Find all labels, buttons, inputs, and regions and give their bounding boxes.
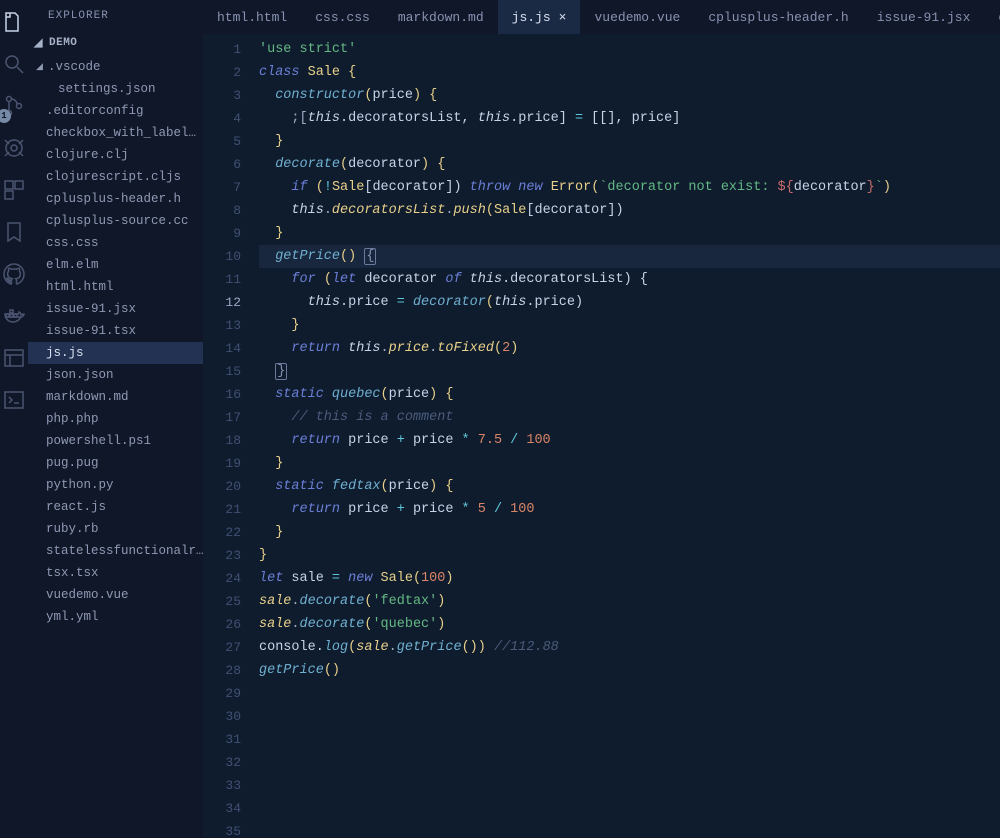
- tree-file[interactable]: js.js: [28, 342, 203, 364]
- close-icon[interactable]: ×: [559, 10, 567, 25]
- line-number: 29: [203, 682, 241, 705]
- editor-tab[interactable]: cp: [984, 0, 1000, 34]
- tree-file[interactable]: markdown.md: [28, 386, 203, 408]
- line-number: 33: [203, 774, 241, 797]
- line-number: 21: [203, 498, 241, 521]
- tree-file[interactable]: tsx.tsx: [28, 562, 203, 584]
- editor-tab[interactable]: vuedemo.vue: [580, 0, 694, 34]
- line-number: 35: [203, 820, 241, 838]
- root-label: DEMO: [49, 37, 77, 49]
- line-number: 3: [203, 84, 241, 107]
- line-number: 12: [203, 291, 241, 314]
- sidebar: EXPLORER ◢ DEMO ◢ .vscodesettings.json.e…: [28, 0, 203, 838]
- tree-file[interactable]: issue-91.tsx: [28, 320, 203, 342]
- activity-bar: 1: [0, 0, 28, 838]
- line-number: 13: [203, 314, 241, 337]
- tree-file[interactable]: react.js: [28, 496, 203, 518]
- line-number: 34: [203, 797, 241, 820]
- line-number: 8: [203, 199, 241, 222]
- preview-icon[interactable]: [0, 344, 28, 372]
- line-number: 14: [203, 337, 241, 360]
- line-number: 25: [203, 590, 241, 613]
- line-number: 6: [203, 153, 241, 176]
- line-number: 30: [203, 705, 241, 728]
- tree-file[interactable]: clojurescript.cljs: [28, 166, 203, 188]
- line-number: 9: [203, 222, 241, 245]
- line-number: 7: [203, 176, 241, 199]
- files-icon[interactable]: [0, 8, 28, 36]
- terminal-icon[interactable]: [0, 386, 28, 414]
- docker-icon[interactable]: [0, 302, 28, 330]
- tree-file[interactable]: powershell.ps1: [28, 430, 203, 452]
- app-root: 1 EXPLORER ◢ DEMO ◢ .vscodesettings.: [0, 0, 1000, 838]
- tree-file[interactable]: css.css: [28, 232, 203, 254]
- line-number: 28: [203, 659, 241, 682]
- line-number: 1: [203, 38, 241, 61]
- editor-tab[interactable]: issue-91.jsx: [863, 0, 985, 34]
- line-gutter: 1234567891011121314151617181920212223242…: [203, 38, 259, 838]
- tree-file[interactable]: statelessfunctionalr…: [28, 540, 203, 562]
- tree-file[interactable]: vuedemo.vue: [28, 584, 203, 606]
- line-number: 18: [203, 429, 241, 452]
- tree-file[interactable]: php.php: [28, 408, 203, 430]
- tree-file[interactable]: cplusplus-header.h: [28, 188, 203, 210]
- line-number: 15: [203, 360, 241, 383]
- tree-file[interactable]: cplusplus-source.cc: [28, 210, 203, 232]
- editor-tab[interactable]: html.html: [203, 0, 301, 34]
- scm-icon[interactable]: 1: [0, 92, 28, 120]
- tree-root[interactable]: ◢ DEMO: [28, 30, 203, 56]
- extensions-icon[interactable]: [0, 176, 28, 204]
- line-number: 22: [203, 521, 241, 544]
- line-number: 32: [203, 751, 241, 774]
- tree-file[interactable]: checkbox_with_label…: [28, 122, 203, 144]
- sidebar-title: EXPLORER: [28, 0, 203, 30]
- tree-file[interactable]: clojure.clj: [28, 144, 203, 166]
- scm-badge: 1: [0, 109, 11, 123]
- tree-file[interactable]: issue-91.jsx: [28, 298, 203, 320]
- github-icon[interactable]: [0, 260, 28, 288]
- line-number: 26: [203, 613, 241, 636]
- line-number: 19: [203, 452, 241, 475]
- line-number: 4: [203, 107, 241, 130]
- tree-folder[interactable]: ◢ .vscode: [28, 56, 203, 78]
- chevron-down-icon: ◢: [34, 36, 46, 50]
- editor-tab[interactable]: js.js×: [498, 0, 581, 34]
- line-number: 17: [203, 406, 241, 429]
- search-icon[interactable]: [0, 50, 28, 78]
- line-number: 5: [203, 130, 241, 153]
- tree-file[interactable]: ruby.rb: [28, 518, 203, 540]
- editor-tab[interactable]: markdown.md: [384, 0, 498, 34]
- tree-file[interactable]: yml.yml: [28, 606, 203, 628]
- tree-file[interactable]: html.html: [28, 276, 203, 298]
- debug-icon[interactable]: [0, 134, 28, 162]
- tree-file[interactable]: pug.pug: [28, 452, 203, 474]
- tab-bar: html.htmlcss.cssmarkdown.mdjs.js×vuedemo…: [203, 0, 1000, 34]
- code-content[interactable]: 'use strict'class Sale { constructor(pri…: [259, 38, 1000, 838]
- line-number: 20: [203, 475, 241, 498]
- line-number: 2: [203, 61, 241, 84]
- line-number: 31: [203, 728, 241, 751]
- line-number: 24: [203, 567, 241, 590]
- file-tree: ◢ .vscodesettings.json.editorconfigcheck…: [28, 56, 203, 838]
- bookmark-icon[interactable]: [0, 218, 28, 246]
- tree-file[interactable]: .editorconfig: [28, 100, 203, 122]
- tree-file[interactable]: elm.elm: [28, 254, 203, 276]
- tree-file[interactable]: json.json: [28, 364, 203, 386]
- tree-file[interactable]: settings.json: [28, 78, 203, 100]
- line-number: 10: [203, 245, 241, 268]
- line-number: 16: [203, 383, 241, 406]
- tree-file[interactable]: python.py: [28, 474, 203, 496]
- editor-tab[interactable]: css.css: [301, 0, 384, 34]
- line-number: 23: [203, 544, 241, 567]
- code-area: 1234567891011121314151617181920212223242…: [203, 34, 1000, 838]
- editor-tab[interactable]: cplusplus-header.h: [694, 0, 862, 34]
- line-number: 27: [203, 636, 241, 659]
- line-number: 11: [203, 268, 241, 291]
- editor-area: html.htmlcss.cssmarkdown.mdjs.js×vuedemo…: [203, 0, 1000, 838]
